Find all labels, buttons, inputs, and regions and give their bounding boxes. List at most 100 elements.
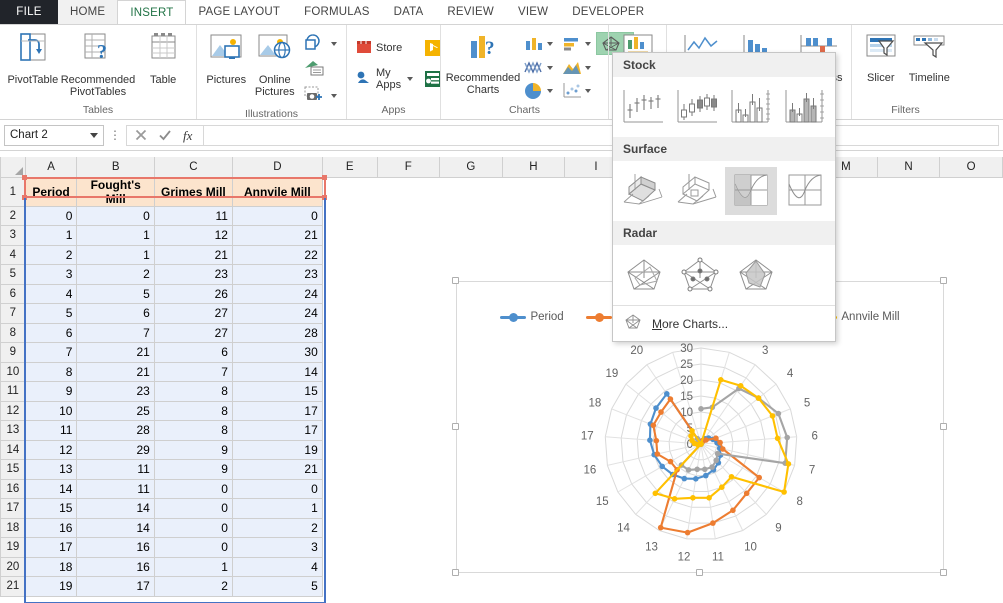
radar-marker-1-16[interactable]: [653, 437, 660, 444]
radar-marker-1-19[interactable]: [667, 396, 674, 402]
formula-input[interactable]: [203, 124, 999, 146]
row-header-3[interactable]: 3: [0, 225, 26, 246]
row-header-4[interactable]: 4: [0, 244, 26, 265]
radar-marker-2-10[interactable]: [702, 466, 708, 473]
radar-marker-3-10[interactable]: [706, 495, 712, 501]
cell-blank[interactable]: [377, 401, 440, 421]
radar-marker-1-7[interactable]: [756, 474, 762, 481]
radar-marker-3-9[interactable]: [719, 484, 725, 490]
cell-r3c3[interactable]: 12: [153, 225, 233, 246]
cell-blank[interactable]: [877, 206, 940, 226]
cell-blank[interactable]: [877, 225, 940, 245]
cell-r10c4[interactable]: 14: [231, 361, 323, 382]
radar-marker-1-14[interactable]: [667, 458, 674, 465]
cell-r8c3[interactable]: 27: [153, 322, 233, 343]
cell-blank[interactable]: [377, 576, 440, 596]
cell-header-3[interactable]: Annvile Mill: [231, 176, 323, 207]
tab-formulas[interactable]: FORMULAS: [292, 0, 382, 24]
cell-r6c1[interactable]: 4: [24, 283, 78, 304]
cell-blank[interactable]: [502, 245, 565, 265]
cell-r8c4[interactable]: 28: [231, 322, 323, 343]
cell-r20c2[interactable]: 16: [76, 556, 155, 577]
cell-blank[interactable]: [322, 381, 378, 401]
cell-r7c4[interactable]: 24: [231, 303, 323, 324]
tab-developer[interactable]: DEVELOPER: [560, 0, 656, 24]
column-header-n[interactable]: N: [876, 157, 941, 178]
radar-marker-1-17[interactable]: [650, 422, 657, 429]
column-chart-caret-icon[interactable]: [547, 41, 553, 46]
row-header-14[interactable]: 14: [0, 439, 26, 460]
cell-blank[interactable]: [377, 498, 440, 518]
cell-r8c1[interactable]: 6: [24, 322, 78, 343]
radar-marker-0-10[interactable]: [703, 472, 709, 479]
cell-blank[interactable]: [564, 576, 628, 596]
tab-insert[interactable]: INSERT: [117, 0, 187, 24]
row-header-21[interactable]: 21: [0, 576, 26, 597]
radar-marker-1-10[interactable]: [710, 520, 716, 526]
enter-button[interactable]: [153, 126, 177, 145]
pie-chart-caret-icon[interactable]: [547, 88, 553, 93]
cell-r12c1[interactable]: 10: [24, 400, 78, 421]
chart-option-stock-hlc[interactable]: [617, 83, 669, 131]
cell-blank[interactable]: [939, 401, 1003, 421]
cell-blank[interactable]: [322, 537, 378, 557]
cell-r9c4[interactable]: 30: [231, 342, 323, 363]
column-header-o[interactable]: O: [939, 157, 1003, 178]
cell-r18c1[interactable]: 16: [24, 517, 78, 538]
cell-blank[interactable]: [939, 518, 1003, 538]
radar-marker-1-11[interactable]: [684, 529, 691, 536]
cell-r15c2[interactable]: 11: [76, 459, 155, 480]
cell-blank[interactable]: [752, 576, 815, 596]
timeline-button[interactable]: Timeline: [905, 28, 954, 84]
cell-r9c3[interactable]: 6: [153, 342, 233, 363]
store-button[interactable]: Store: [352, 37, 417, 59]
column-header-f[interactable]: F: [376, 157, 441, 178]
radar-marker-2-11[interactable]: [694, 466, 700, 473]
cell-r13c2[interactable]: 28: [76, 420, 155, 441]
radar-marker-1-15[interactable]: [654, 451, 661, 457]
insert-function-button[interactable]: fx: [177, 126, 201, 145]
cell-blank[interactable]: [377, 459, 440, 479]
cell-r12c2[interactable]: 25: [76, 400, 155, 421]
cell-r12c4[interactable]: 17: [231, 400, 323, 421]
cell-r18c3[interactable]: 0: [153, 517, 233, 538]
row-header-5[interactable]: 5: [0, 264, 26, 285]
row-header-19[interactable]: 19: [0, 537, 26, 558]
row-header-18[interactable]: 18: [0, 517, 26, 538]
column-header-a[interactable]: A: [24, 157, 78, 178]
cell-blank[interactable]: [377, 518, 440, 538]
radar-marker-2-9[interactable]: [709, 464, 715, 470]
tab-file[interactable]: FILE: [0, 0, 58, 24]
cell-blank[interactable]: [877, 245, 940, 265]
cell-blank[interactable]: [322, 420, 378, 440]
cell-blank[interactable]: [377, 342, 440, 362]
scatter-chart-caret-icon[interactable]: [585, 88, 591, 93]
name-box-chevron-down-icon[interactable]: [90, 132, 98, 138]
pivottable-button[interactable]: PivotTable: [5, 28, 61, 86]
cell-r21c1[interactable]: 19: [24, 576, 78, 597]
insert-hierarchy-chart-button[interactable]: [558, 32, 594, 55]
row-header-11[interactable]: 11: [0, 381, 26, 402]
cell-blank[interactable]: [502, 225, 565, 245]
cell-blank[interactable]: [322, 245, 378, 265]
chart-option-stock-ohlc[interactable]: [671, 83, 723, 131]
my-apps-button[interactable]: My Apps: [352, 65, 417, 93]
cell-blank[interactable]: [939, 303, 1003, 323]
cell-blank[interactable]: [939, 225, 1003, 245]
cell-r10c2[interactable]: 21: [76, 361, 155, 382]
cell-r14c3[interactable]: 9: [153, 439, 233, 460]
cell-r20c1[interactable]: 18: [24, 556, 78, 577]
cell-r19c3[interactable]: 0: [153, 537, 233, 558]
cell-blank[interactable]: [377, 245, 440, 265]
select-all-corner[interactable]: [0, 157, 26, 178]
row-header-16[interactable]: 16: [0, 478, 26, 499]
radar-marker-0-19[interactable]: [664, 391, 670, 397]
cell-r2c1[interactable]: 0: [24, 205, 78, 226]
cell-blank[interactable]: [877, 177, 940, 206]
cell-blank[interactable]: [877, 576, 940, 596]
cell-blank[interactable]: [502, 177, 565, 206]
radar-marker-3-5[interactable]: [774, 435, 781, 442]
stock-chart-dropdown[interactable]: Stock Surface Radar More Charts...: [612, 52, 836, 342]
cell-blank[interactable]: [939, 459, 1003, 479]
cell-r17c3[interactable]: 0: [153, 498, 233, 519]
